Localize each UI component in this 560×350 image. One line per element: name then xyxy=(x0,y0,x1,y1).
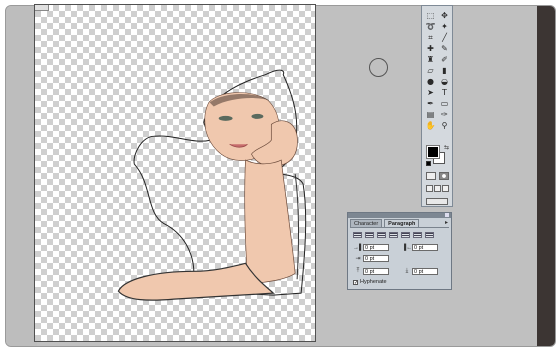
panel-tabs: Character Paragraph xyxy=(350,219,420,227)
mask-mode-row xyxy=(426,172,449,180)
indent-right-input[interactable] xyxy=(412,244,438,251)
toolbox-panel: ⬚ ✥ ➰ ✦ ⌗ ╱ ✚ ✎ ♜ ✐ ▱ ▮ ● ◒ ➤ T ✒ ▭ ▤ ✑ ✋ ⚲ ⇆ xyxy=(421,5,453,207)
hyphenate-checkbox[interactable]: ✓ xyxy=(353,279,358,285)
history-brush-icon[interactable]: ✐ xyxy=(438,54,451,65)
slice-icon[interactable]: ╱ xyxy=(438,32,451,43)
healing-brush-icon[interactable]: ✚ xyxy=(424,43,437,54)
path-selection-icon[interactable]: ➤ xyxy=(424,87,437,98)
forearm xyxy=(244,159,296,284)
zoom-icon[interactable]: ⚲ xyxy=(438,120,451,131)
full-screen-menu-button[interactable] xyxy=(434,185,441,192)
space-before-field: ⤒ xyxy=(353,267,389,276)
left-eye xyxy=(218,115,233,121)
tab-character[interactable]: Character xyxy=(350,219,383,227)
document-canvas[interactable] xyxy=(34,4,316,342)
justify-last-right-button[interactable] xyxy=(413,232,422,238)
indent-right-field: ▐← xyxy=(402,243,438,252)
indent-first-line-input[interactable] xyxy=(363,255,389,262)
indent-left-icon: →▌ xyxy=(353,244,364,251)
full-screen-button[interactable] xyxy=(442,185,449,192)
space-before-icon: ⤒ xyxy=(356,268,360,274)
swap-colors-icon[interactable]: ⇆ xyxy=(444,144,449,151)
crop-icon[interactable]: ⌗ xyxy=(424,32,437,43)
jump-to-imageready-button[interactable] xyxy=(426,198,448,205)
paragraph-panel: Character Paragraph ▸ →▌ ▐← ⇥ ⤒ xyxy=(347,212,452,290)
indent-first-line-icon: ⇥ xyxy=(355,256,361,262)
justify-last-center-button[interactable] xyxy=(401,232,410,238)
gradient-icon[interactable]: ▮ xyxy=(438,65,451,76)
justify-all-button[interactable] xyxy=(425,232,434,238)
default-colors-icon[interactable] xyxy=(426,161,431,166)
move-icon[interactable]: ✥ xyxy=(438,10,451,21)
standard-mode-button[interactable] xyxy=(426,172,436,180)
notes-icon[interactable]: ▤ xyxy=(424,109,437,120)
space-before-input[interactable] xyxy=(363,268,389,275)
panel-titlebar[interactable] xyxy=(348,213,451,218)
canvas-artwork xyxy=(117,69,307,301)
foreground-color-swatch[interactable] xyxy=(426,145,440,159)
lasso-icon[interactable]: ➰ xyxy=(424,21,437,32)
standard-screen-button[interactable] xyxy=(426,185,433,192)
indent-right-icon: ▐← xyxy=(402,244,413,251)
brush-icon[interactable]: ✎ xyxy=(438,43,451,54)
align-left-button[interactable] xyxy=(353,232,362,238)
align-right-button[interactable] xyxy=(377,232,386,238)
indent-left-input[interactable] xyxy=(363,244,389,251)
right-edge-strip xyxy=(537,6,555,346)
tool-grid: ⬚ ✥ ➰ ✦ ⌗ ╱ ✚ ✎ ♜ ✐ ▱ ▮ ● ◒ ➤ T ✒ ▭ ▤ ✑ ✋ ⚲ xyxy=(424,10,451,131)
indent-left-field: →▌ xyxy=(353,243,389,252)
space-after-field: ⤓ xyxy=(402,267,438,276)
right-eye xyxy=(251,113,264,119)
justify-last-left-button[interactable] xyxy=(389,232,398,238)
alignment-buttons xyxy=(353,232,434,238)
pen-icon[interactable]: ✒ xyxy=(424,98,437,109)
eyedropper-icon[interactable]: ✑ xyxy=(438,109,451,120)
brush-cursor xyxy=(369,58,388,77)
hyphenate-option[interactable]: ✓ Hyphenate xyxy=(353,279,387,285)
blur-icon[interactable]: ● xyxy=(424,76,437,87)
tab-paragraph[interactable]: Paragraph xyxy=(384,219,420,227)
paragraph-panel-body: →▌ ▐← ⇥ ⤒ ⤓ ✓ Hyphenate xyxy=(350,227,449,288)
eraser-icon[interactable]: ▱ xyxy=(424,65,437,76)
clone-stamp-icon[interactable]: ♜ xyxy=(424,54,437,65)
left-gutter xyxy=(6,6,37,346)
magic-wand-icon[interactable]: ✦ xyxy=(438,21,451,32)
hand-icon[interactable]: ✋ xyxy=(424,120,437,131)
indent-first-line-field: ⇥ xyxy=(353,254,389,263)
align-center-button[interactable] xyxy=(365,232,374,238)
hyphenate-label: Hyphenate xyxy=(360,279,387,285)
dodge-icon[interactable]: ◒ xyxy=(438,76,451,87)
space-after-icon: ⤓ xyxy=(405,268,409,274)
panel-menu-icon[interactable]: ▸ xyxy=(445,220,448,226)
type-icon[interactable]: T xyxy=(438,87,451,98)
quick-mask-button[interactable] xyxy=(439,172,449,180)
shoulder-outline xyxy=(294,173,299,280)
shape-icon[interactable]: ▭ xyxy=(438,98,451,109)
screen-mode-row xyxy=(426,185,449,192)
marquee-icon[interactable]: ⬚ xyxy=(424,10,437,21)
panel-close-icon[interactable] xyxy=(445,213,449,217)
space-after-input[interactable] xyxy=(412,268,438,275)
